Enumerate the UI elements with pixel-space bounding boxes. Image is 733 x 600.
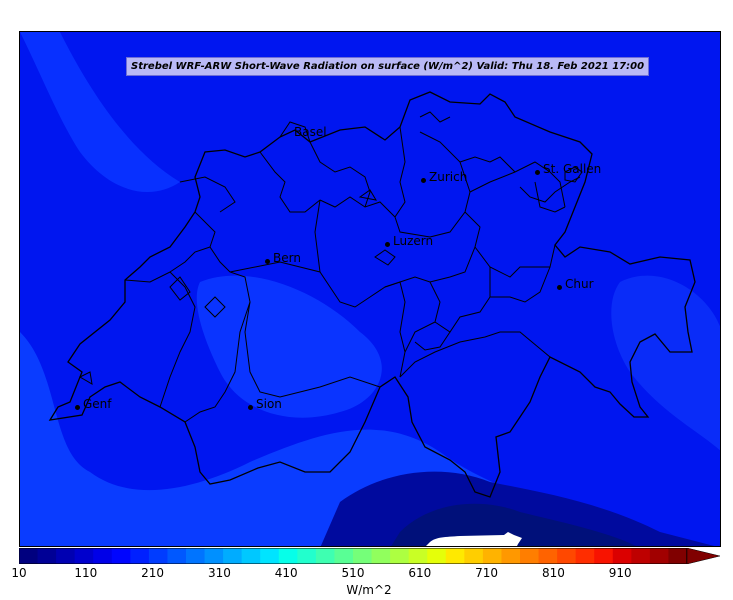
colorbar-segment bbox=[186, 548, 206, 564]
colorbar-tick-label: 610 bbox=[408, 566, 432, 580]
colorbar-tick-label: 410 bbox=[274, 566, 298, 580]
colorbar-tick-label: 10 bbox=[11, 566, 27, 580]
colorbar-segment bbox=[668, 548, 688, 564]
city-label-genf: Genf bbox=[83, 397, 112, 411]
colorbar-segment bbox=[56, 548, 76, 564]
colorbar-segment bbox=[445, 548, 465, 564]
colorbar-segment bbox=[278, 548, 298, 564]
colorbar-segments bbox=[19, 548, 688, 564]
colorbar-segment bbox=[204, 548, 224, 564]
city-dot-st-gallen bbox=[535, 170, 540, 175]
colorbar-segment bbox=[520, 548, 540, 564]
colorbar-segment bbox=[464, 548, 484, 564]
colorbar-segment bbox=[334, 548, 354, 564]
colorbar-segment bbox=[148, 548, 168, 564]
city-label-st-gallen: St. Gallen bbox=[543, 162, 602, 176]
colorbar-segment bbox=[223, 548, 243, 564]
colorbar-segment bbox=[130, 548, 150, 564]
colorbar-segment bbox=[167, 548, 187, 564]
city-dot-genf bbox=[75, 405, 80, 410]
colorbar-segment bbox=[315, 548, 335, 564]
colorbar-segment bbox=[353, 548, 373, 564]
colorbar-segment bbox=[427, 548, 447, 564]
colorbar-segment bbox=[538, 548, 558, 564]
city-dot-luzern bbox=[385, 242, 390, 247]
colorbar-extend-arrow bbox=[686, 548, 721, 564]
colorbar-segment bbox=[557, 548, 577, 564]
colorbar-segment bbox=[501, 548, 521, 564]
colorbar-segment bbox=[631, 548, 651, 564]
colorbar-segment bbox=[93, 548, 113, 564]
city-label-chur: Chur bbox=[565, 277, 594, 291]
colorbar bbox=[19, 548, 721, 564]
colorbar-segment bbox=[260, 548, 280, 564]
colorbar-segment bbox=[19, 548, 39, 564]
colorbar-units-label: W/m^2 bbox=[346, 583, 392, 597]
colorbar-segment bbox=[482, 548, 502, 564]
colorbar-segment bbox=[297, 548, 317, 564]
city-dot-zurich bbox=[421, 178, 426, 183]
colorbar-segment bbox=[408, 548, 428, 564]
colorbar-tick-label: 110 bbox=[74, 566, 98, 580]
colorbar-tick-label: 310 bbox=[207, 566, 231, 580]
radiation-field-map bbox=[20, 32, 720, 546]
colorbar-tick-label: 210 bbox=[141, 566, 165, 580]
map-panel: Strebel WRF-ARW Short-Wave Radiation on … bbox=[19, 31, 721, 547]
colorbar-tick-label: 510 bbox=[341, 566, 365, 580]
colorbar-tick-label: 810 bbox=[541, 566, 565, 580]
colorbar-segment bbox=[390, 548, 410, 564]
city-label-zurich: Zurich bbox=[429, 170, 468, 184]
colorbar-segment bbox=[612, 548, 632, 564]
map-title: Strebel WRF-ARW Short-Wave Radiation on … bbox=[126, 57, 650, 76]
city-label-bern: Bern bbox=[273, 251, 301, 265]
colorbar-segment bbox=[575, 548, 595, 564]
city-label-luzern: Luzern bbox=[393, 234, 434, 248]
city-dot-chur bbox=[557, 285, 562, 290]
colorbar-segment bbox=[74, 548, 94, 564]
colorbar-tick-label: 910 bbox=[608, 566, 632, 580]
colorbar-segment bbox=[111, 548, 131, 564]
city-dot-bern bbox=[265, 259, 270, 264]
weather-map-figure: Strebel WRF-ARW Short-Wave Radiation on … bbox=[0, 0, 733, 600]
colorbar-segment bbox=[37, 548, 57, 564]
colorbar-segment bbox=[241, 548, 261, 564]
colorbar-segment bbox=[594, 548, 614, 564]
city-dot-sion bbox=[248, 405, 253, 410]
colorbar-tick-label: 710 bbox=[475, 566, 499, 580]
colorbar-segment bbox=[371, 548, 391, 564]
city-label-basel: Basel bbox=[294, 125, 327, 139]
colorbar-segment bbox=[649, 548, 669, 564]
city-label-sion: Sion bbox=[256, 397, 282, 411]
